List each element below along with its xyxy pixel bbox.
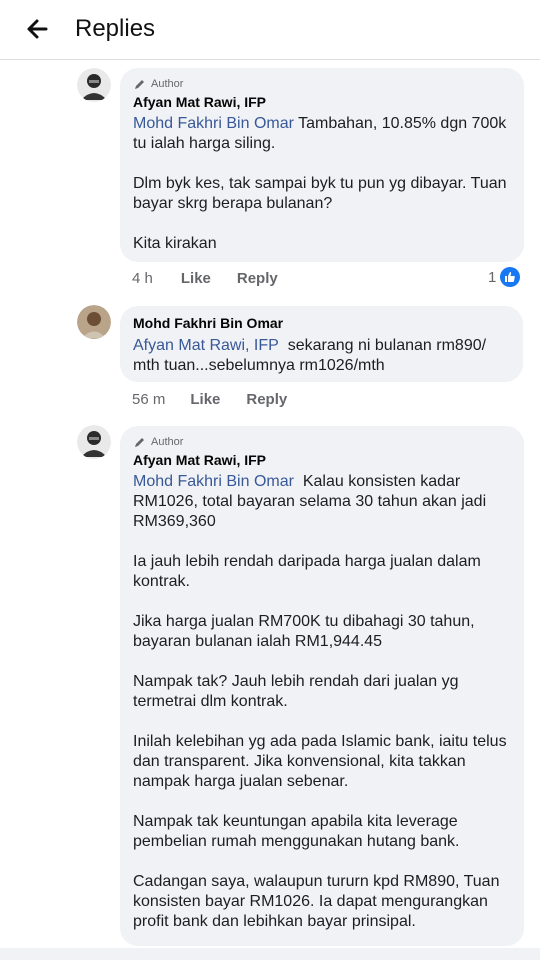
comment-meta: 4 h Like Reply — [132, 270, 278, 287]
reply-button[interactable]: Reply — [246, 391, 287, 408]
reply-button[interactable]: Reply — [237, 270, 278, 287]
comment-text: Mohd Fakhri Bin Omar Kalau konsisten kad… — [133, 473, 507, 930]
comment-time: 56 m — [132, 391, 166, 408]
comment-author-name[interactable]: Mohd Fakhri Bin Omar — [133, 313, 283, 333]
page-title: Replies — [75, 15, 156, 42]
avatar[interactable] — [77, 425, 111, 459]
avatar[interactable] — [77, 68, 111, 102]
bottom-strip — [0, 948, 540, 960]
mention-link[interactable]: Afyan Mat Rawi, IFP — [133, 337, 279, 354]
back-arrow-icon[interactable] — [22, 14, 52, 44]
author-tag: Author — [134, 436, 183, 448]
author-tag: Author — [134, 78, 183, 90]
comment-author-name[interactable]: Afyan Mat Rawi, IFP — [133, 92, 266, 112]
avatar[interactable] — [77, 305, 111, 339]
author-pencil-icon — [135, 80, 144, 89]
mention-link[interactable]: Mohd Fakhri Bin Omar — [133, 473, 294, 490]
comment-time: 4 h — [132, 270, 153, 287]
mention-link[interactable]: Mohd Fakhri Bin Omar — [133, 115, 294, 132]
like-button[interactable]: Like — [190, 391, 220, 408]
like-button[interactable]: Like — [181, 270, 211, 287]
comment-author-name[interactable]: Afyan Mat Rawi, IFP — [133, 450, 266, 470]
comment-text: Mohd Fakhri Bin Omar Tambahan, 10.85% dg… — [133, 115, 507, 252]
top-bar: Replies — [0, 0, 540, 60]
reaction-count[interactable]: 1 — [488, 267, 521, 287]
author-pencil-icon — [135, 438, 144, 447]
comment-meta: 56 m Like Reply — [132, 391, 287, 408]
thumbs-up-icon — [500, 267, 521, 287]
comment-text: Afyan Mat Rawi, IFP sekarang ni bulanan … — [133, 337, 487, 374]
